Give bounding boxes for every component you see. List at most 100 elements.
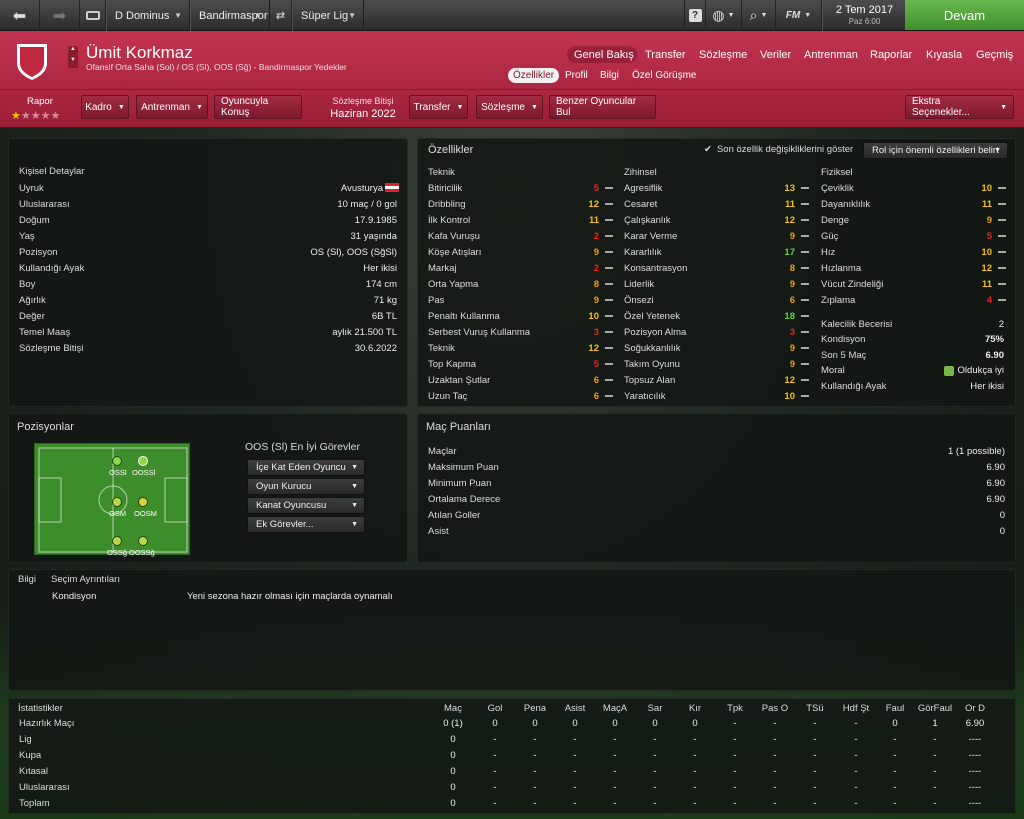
stats-column-header[interactable]: TSü bbox=[795, 703, 835, 714]
chevron-down-icon: ▼ bbox=[994, 147, 1001, 154]
chevron-down-icon: ▼ bbox=[351, 502, 358, 509]
tab-selection-details[interactable]: Seçim Ayrıntıları bbox=[51, 574, 120, 585]
attribute-name: Takım Oyunu bbox=[624, 358, 680, 370]
trend-flat-icon bbox=[801, 219, 809, 221]
stats-column-header[interactable]: GörFaul bbox=[915, 703, 955, 714]
stats-cell: - bbox=[733, 750, 737, 761]
stats-column-header[interactable]: Gol bbox=[475, 703, 515, 714]
antrenman-button[interactable]: Antrenman ▼ bbox=[136, 95, 208, 119]
nav-veriler[interactable]: Veriler bbox=[760, 49, 791, 61]
position-dot-oosl[interactable] bbox=[138, 456, 148, 466]
nav-gecmis[interactable]: Geçmiş bbox=[976, 49, 1013, 61]
technical-title: Teknik bbox=[428, 167, 455, 178]
position-dot-ossg[interactable] bbox=[112, 536, 122, 546]
search-button[interactable]: ⌕ ▼ bbox=[742, 0, 776, 31]
kadro-button[interactable]: Kadro ▼ bbox=[81, 95, 129, 119]
show-changes-toggle[interactable]: ✔ Son özellik değişikliklerini göster bbox=[704, 144, 853, 155]
stats-cell: - bbox=[773, 718, 777, 729]
trend-flat-icon bbox=[801, 347, 809, 349]
nav-raporlar[interactable]: Raporlar bbox=[870, 49, 912, 61]
continue-button[interactable]: Devam bbox=[905, 0, 1024, 30]
talk-to-player-button[interactable]: Oyuncuyla Konuş bbox=[214, 95, 302, 119]
stats-column-header[interactable]: Pas O bbox=[755, 703, 795, 714]
stats-cell: - bbox=[893, 766, 897, 777]
subtab-ozellikler[interactable]: Özellikler bbox=[508, 68, 560, 83]
star-rating[interactable]: ★★★★★ bbox=[11, 109, 60, 122]
attribute-value: 12 bbox=[588, 198, 599, 210]
role-highlight-dropdown[interactable]: Rol için önemli özellikleri belirt ▼ bbox=[863, 142, 1008, 159]
attribute-name: Bitiricilik bbox=[428, 182, 463, 194]
attribute-name: Teknik bbox=[428, 342, 455, 354]
subtab-profil[interactable]: Profil bbox=[560, 68, 593, 83]
world-button[interactable]: ◍ ▼ bbox=[706, 0, 742, 31]
stats-column-header[interactable]: Hdf Şt bbox=[836, 703, 876, 714]
stats-cell: 0 bbox=[450, 734, 456, 745]
swap-button[interactable]: ⇄ bbox=[270, 0, 292, 31]
find-similar-button[interactable]: Benzer Oyuncular Bul bbox=[549, 95, 656, 119]
attribute-row: Yaratıcılık 10 bbox=[624, 388, 809, 404]
tab-bilgi[interactable]: Bilgi bbox=[18, 574, 36, 585]
back-button[interactable]: ⬅ bbox=[0, 0, 40, 31]
star-icon: ★ bbox=[50, 110, 61, 122]
position-dot-oossg[interactable] bbox=[138, 536, 148, 546]
rating-value: 0 bbox=[999, 509, 1005, 521]
forward-button[interactable]: ➡ bbox=[40, 0, 80, 31]
team-dropdown[interactable]: Bandirmaspor ▼ bbox=[190, 0, 270, 31]
stats-column-header[interactable]: Kır bbox=[675, 703, 715, 714]
stats-column-header[interactable]: Sar bbox=[635, 703, 675, 714]
date-display[interactable]: 2 Tem 2017 Paz 6:00 bbox=[822, 0, 905, 31]
player-switch-button[interactable]: ▲ ▼ bbox=[68, 46, 78, 68]
position-dot-osm[interactable] bbox=[112, 497, 122, 507]
extra-options-button[interactable]: Ekstra Seçenekler... ▼ bbox=[905, 95, 1014, 119]
nav-genel-bakis[interactable]: Genel Bakış bbox=[574, 49, 634, 61]
help-icon: ? bbox=[688, 9, 702, 22]
position-dot-osl[interactable] bbox=[112, 456, 122, 466]
manager-dropdown[interactable]: D Dominus ▼ bbox=[106, 0, 190, 31]
chevron-down-icon: ▼ bbox=[804, 12, 812, 19]
attribute-name: Soğukkanlılık bbox=[624, 342, 681, 354]
fm-menu-button[interactable]: FM ▼ bbox=[776, 0, 822, 31]
stats-column-header[interactable]: Pena bbox=[515, 703, 555, 714]
stats-cell: - bbox=[573, 734, 577, 745]
stats-column-header[interactable]: Faul bbox=[875, 703, 915, 714]
stats-column-header[interactable]: Tpk bbox=[715, 703, 755, 714]
trend-flat-icon bbox=[801, 331, 809, 333]
attribute-value: 3 bbox=[593, 326, 599, 338]
league-dropdown[interactable]: Süper Lig ▼ bbox=[292, 0, 364, 31]
subtab-bilgi[interactable]: Bilgi bbox=[595, 68, 624, 83]
detail-row: Ağırlık 71 kg bbox=[9, 292, 407, 308]
stats-column-header[interactable]: Maç bbox=[433, 703, 473, 714]
attribute-name: Markaj bbox=[428, 262, 457, 274]
trend-flat-icon bbox=[605, 395, 613, 397]
stats-column-header[interactable]: Or D bbox=[955, 703, 995, 714]
club-vision-button[interactable] bbox=[80, 0, 106, 31]
stats-column-header[interactable]: MaçA bbox=[595, 703, 635, 714]
attribute-extra-row: Kullandığı Ayak Her ikisi bbox=[821, 378, 1006, 394]
contract-button[interactable]: Sözleşme ▼ bbox=[476, 95, 543, 119]
attribute-value: 6 bbox=[593, 374, 599, 386]
role-dropdown[interactable]: Ek Görevler... ▼ bbox=[247, 516, 365, 533]
role-dropdown[interactable]: Kanat Oyuncusu ▼ bbox=[247, 497, 365, 514]
role-dropdown[interactable]: Oyun Kurucu ▼ bbox=[247, 478, 365, 495]
nav-antrenman[interactable]: Antrenman bbox=[804, 49, 858, 61]
attribute-name: Özel Yetenek bbox=[624, 310, 680, 322]
subtab-ozel-gorusme[interactable]: Özel Görüşme bbox=[627, 68, 701, 83]
nav-kiyasla[interactable]: Kıyasla bbox=[926, 49, 962, 61]
attribute-extra-row: Kalecilik Becerisi 2 bbox=[821, 316, 1006, 332]
nav-sozlesme[interactable]: Sözleşme bbox=[699, 49, 747, 61]
stats-column-header[interactable]: Asist bbox=[555, 703, 595, 714]
transfer-button[interactable]: Transfer ▼ bbox=[409, 95, 468, 119]
role-dropdown[interactable]: İçe Kat Eden Oyuncu ▼ bbox=[247, 459, 365, 476]
position-dot-oosm[interactable] bbox=[138, 497, 148, 507]
attribute-row: Uzun Taç 6 bbox=[428, 388, 613, 404]
attribute-row: Markaj 2 bbox=[428, 260, 613, 276]
attribute-name: Hız bbox=[821, 246, 836, 258]
help-button[interactable]: ? bbox=[684, 0, 706, 31]
stats-cell: - bbox=[693, 734, 697, 745]
nav-transfer[interactable]: Transfer bbox=[645, 49, 686, 61]
attributes-panel: Özellikler ✔ Son özellik değişikliklerini… bbox=[417, 138, 1016, 407]
attribute-name: Güç bbox=[821, 230, 839, 242]
detail-label: Kullandığı Ayak bbox=[19, 262, 85, 274]
attribute-name: Konsantrasyon bbox=[624, 262, 688, 274]
stats-cell: ---- bbox=[968, 798, 982, 809]
